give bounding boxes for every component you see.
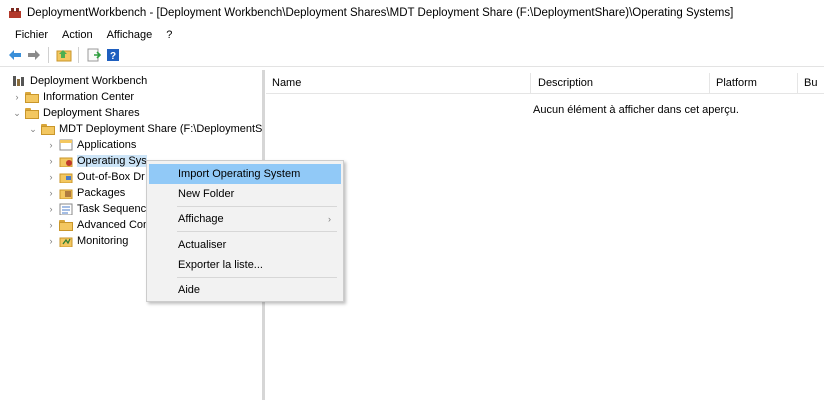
packages-icon bbox=[59, 187, 73, 200]
tree-item-label: Monitoring bbox=[77, 235, 129, 247]
tree-item-packages[interactable]: › Packages bbox=[46, 185, 125, 201]
help-icon[interactable]: ? bbox=[104, 46, 122, 64]
tree-item-mdt-share[interactable]: ⌄ MDT Deployment Share (F:\DeploymentSha bbox=[28, 121, 262, 137]
menu-bar: Fichier Action Affichage ? bbox=[0, 26, 824, 44]
menu-action[interactable]: Action bbox=[55, 26, 100, 44]
tree-item-label: Out-of-Box Dr bbox=[77, 171, 145, 183]
tree-item-applications[interactable]: › Applications bbox=[46, 137, 137, 153]
tree-item-label: MDT Deployment Share (F:\DeploymentSha bbox=[59, 123, 262, 135]
empty-list-message: Aucun élément à afficher dans cet aperçu… bbox=[533, 104, 739, 116]
svg-text:?: ? bbox=[110, 51, 116, 62]
export-list-icon[interactable] bbox=[85, 46, 103, 64]
list-header: Name Description Platform Bu bbox=[266, 73, 824, 94]
chevron-right-icon[interactable]: › bbox=[46, 172, 56, 182]
chevron-down-icon[interactable]: ⌄ bbox=[28, 124, 38, 135]
tree-item-drivers[interactable]: › Out-of-Box Dr bbox=[46, 169, 145, 185]
applications-icon bbox=[59, 139, 73, 151]
up-folder-icon[interactable] bbox=[55, 46, 73, 64]
folder-icon bbox=[25, 91, 39, 103]
tree-item-advanced[interactable]: › Advanced Con bbox=[46, 217, 149, 233]
menu-item-view[interactable]: Affichage › bbox=[149, 209, 341, 229]
column-description[interactable]: Description bbox=[538, 77, 593, 89]
tree-item-root[interactable]: Deployment Workbench bbox=[12, 73, 147, 89]
menu-help[interactable]: ? bbox=[159, 26, 179, 44]
toolbar: ? bbox=[0, 44, 824, 67]
tree-item-monitoring[interactable]: › Monitoring bbox=[46, 233, 128, 249]
monitoring-icon bbox=[59, 235, 73, 248]
workbench-icon bbox=[12, 75, 26, 87]
menu-item-view-label: Affichage bbox=[178, 213, 224, 225]
menu-fichier[interactable]: Fichier bbox=[0, 26, 55, 44]
chevron-right-icon[interactable]: › bbox=[46, 236, 56, 246]
task-sequence-icon bbox=[59, 203, 73, 216]
os-folder-icon bbox=[59, 155, 73, 168]
menu-affichage[interactable]: Affichage bbox=[100, 26, 160, 44]
chevron-right-icon[interactable]: › bbox=[46, 188, 56, 198]
forward-arrow-icon[interactable] bbox=[25, 46, 43, 64]
tree-item-label: Task Sequence bbox=[77, 203, 153, 215]
column-divider[interactable] bbox=[797, 73, 798, 93]
column-platform[interactable]: Platform bbox=[716, 77, 757, 89]
app-icon bbox=[8, 7, 22, 19]
tree-item-deployment-shares[interactable]: ⌄ Deployment Shares bbox=[12, 105, 140, 121]
chevron-right-icon[interactable]: › bbox=[46, 156, 56, 166]
chevron-right-icon[interactable]: › bbox=[46, 204, 56, 214]
title-bar: DeploymentWorkbench - [Deployment Workbe… bbox=[0, 0, 824, 26]
tree-item-label: Deployment Shares bbox=[43, 107, 140, 119]
chevron-right-icon[interactable]: › bbox=[46, 220, 56, 230]
tree-item-task-sequences[interactable]: › Task Sequence bbox=[46, 201, 152, 217]
toolbar-separator bbox=[48, 47, 49, 63]
window-title: DeploymentWorkbench - [Deployment Workbe… bbox=[27, 7, 734, 19]
drivers-icon bbox=[59, 171, 73, 184]
column-build[interactable]: Bu bbox=[804, 77, 817, 89]
tree-item-label: Advanced Con bbox=[77, 219, 150, 231]
chevron-right-icon[interactable]: › bbox=[12, 92, 22, 102]
menu-separator bbox=[177, 277, 337, 278]
chevron-right-icon[interactable]: › bbox=[46, 140, 56, 150]
back-arrow-icon[interactable] bbox=[6, 46, 24, 64]
menu-separator bbox=[177, 206, 337, 207]
tree-item-label: Operating Sys bbox=[77, 155, 147, 167]
context-menu: Import Operating System New Folder Affic… bbox=[146, 160, 344, 302]
menu-item-new-folder[interactable]: New Folder bbox=[149, 184, 341, 204]
tree-item-label: Applications bbox=[77, 139, 137, 151]
folder-icon bbox=[25, 107, 39, 119]
column-name[interactable]: Name bbox=[272, 77, 301, 89]
menu-item-export-list[interactable]: Exporter la liste... bbox=[149, 255, 341, 275]
menu-item-refresh[interactable]: Actualiser bbox=[149, 235, 341, 255]
menu-item-help[interactable]: Aide bbox=[149, 280, 341, 300]
toolbar-separator bbox=[78, 47, 79, 63]
folder-icon bbox=[59, 219, 73, 231]
tree-item-label: Information Center bbox=[43, 91, 135, 103]
tree-item-label: Deployment Workbench bbox=[30, 75, 148, 87]
menu-separator bbox=[177, 231, 337, 232]
share-folder-icon bbox=[41, 123, 55, 135]
chevron-right-icon: › bbox=[328, 214, 331, 224]
tree-item-operating-systems[interactable]: › Operating Sys bbox=[46, 153, 147, 169]
chevron-down-icon[interactable]: ⌄ bbox=[12, 108, 22, 119]
tree-item-information-center[interactable]: › Information Center bbox=[12, 89, 134, 105]
column-divider[interactable] bbox=[530, 73, 531, 93]
column-divider[interactable] bbox=[709, 73, 710, 93]
tree-item-label: Packages bbox=[77, 187, 126, 199]
menu-item-import-os[interactable]: Import Operating System bbox=[149, 164, 341, 184]
